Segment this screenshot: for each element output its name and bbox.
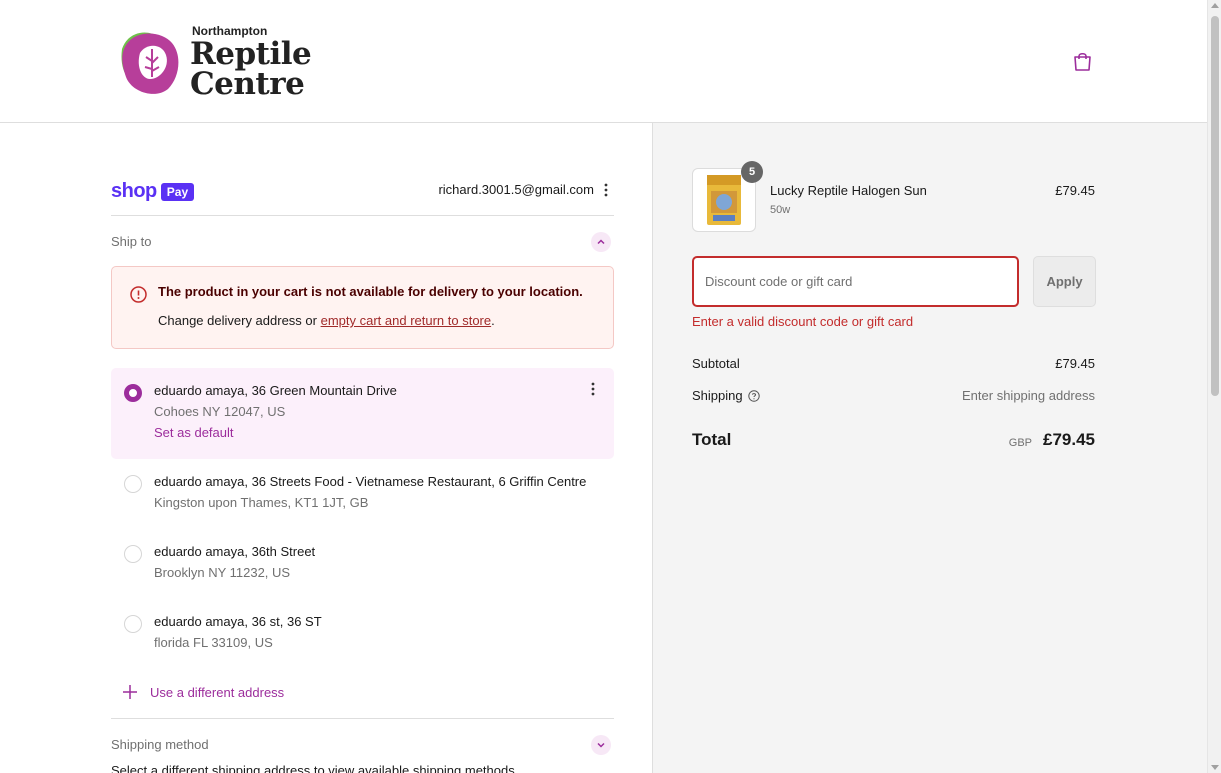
more-vertical-icon[interactable] [590,382,596,396]
store-logo[interactable]: Northampton Reptile Centre [118,24,312,102]
site-header: Northampton Reptile Centre [0,0,1207,123]
alert-body-suffix: . [491,313,495,328]
total-currency: GBP [1008,437,1032,449]
shop-pay-word: shop [111,180,157,202]
use-different-address-label: Use a different address [150,684,285,700]
logo-line1: Reptile [190,36,312,72]
discount-error-message: Enter a valid discount code or gift card [692,314,914,329]
shopping-bag-icon[interactable] [1071,50,1094,73]
use-different-address-button[interactable]: Use a different address [122,684,284,700]
address-line1: eduardo amaya, 36 Streets Food - Vietnam… [154,474,587,489]
product-variant: 50w [770,204,791,216]
scroll-up-arrow-icon[interactable] [1211,3,1219,8]
discount-code-input[interactable] [692,256,1019,307]
plus-icon [123,685,137,699]
address-line1: eduardo amaya, 36 Green Mountain Drive [154,383,397,398]
order-summary: 5 Lucky Reptile Halogen Sun 50w £79.45 A… [652,123,1207,773]
scrollbar-thumb[interactable] [1211,16,1219,396]
shipping-value: Enter shipping address [962,388,1095,403]
shipping-method-note: Select a different shipping address to v… [111,763,515,773]
total-label: Total [692,430,732,449]
address-option[interactable]: eduardo amaya, 36 Streets Food - Vietnam… [111,463,614,523]
checkout-main: shop Pay richard.3001.5@gmail.com Ship t… [0,123,652,773]
chevron-up-icon[interactable] [591,232,611,252]
set-as-default-link[interactable]: Set as default [154,425,234,440]
account-email: richard.3001.5@gmail.com [438,182,594,197]
address-line2: Cohoes NY 12047, US [154,404,286,419]
address-radio[interactable] [124,384,142,402]
address-radio[interactable] [124,545,142,563]
delivery-error-banner: The product in your cart is not availabl… [111,266,614,349]
address-line2: florida FL 33109, US [154,635,273,650]
ship-to-label: Ship to [111,234,152,249]
apply-discount-button[interactable]: Apply [1033,256,1096,307]
shipping-label-row: Shipping [692,388,760,403]
logo-leaf-icon [118,27,184,97]
empty-cart-link[interactable]: empty cart and return to store [321,313,492,328]
shop-pay-logo: shop Pay [111,180,195,203]
address-line1: eduardo amaya, 36th Street [154,544,316,559]
chevron-down-icon[interactable] [591,735,611,755]
subtotal-value: £79.45 [1055,356,1095,371]
address-radio[interactable] [124,475,142,493]
alert-body: Change delivery address or empty cart an… [158,313,495,328]
alert-title: The product in your cart is not availabl… [158,284,583,299]
more-vertical-icon[interactable] [600,183,612,197]
logo-line2: Centre [190,66,305,102]
error-circle-icon [130,286,147,303]
address-line2: Kingston upon Thames, KT1 1JT, GB [154,495,369,510]
shop-pay-pill: Pay [160,182,195,201]
address-radio[interactable] [124,615,142,633]
address-line1: eduardo amaya, 36 st, 36 ST [154,614,322,629]
total-value: £79.45 [1043,430,1095,449]
product-name: Lucky Reptile Halogen Sun [770,183,927,198]
shipping-method-label: Shipping method [111,737,209,752]
alert-body-prefix: Change delivery address or [158,313,321,328]
help-circle-icon[interactable] [747,390,760,402]
quantity-badge: 5 [741,161,763,183]
divider [111,718,614,719]
address-option[interactable]: eduardo amaya, 36 Green Mountain Drive C… [111,368,614,459]
address-line2: Brooklyn NY 11232, US [154,565,291,580]
address-option[interactable]: eduardo amaya, 36 st, 36 ST florida FL 3… [111,603,614,663]
scroll-down-arrow-icon[interactable] [1211,765,1219,770]
product-price: £79.45 [1055,183,1095,198]
subtotal-label: Subtotal [692,356,740,371]
page-scrollbar[interactable] [1207,0,1221,773]
divider [111,215,614,216]
address-option[interactable]: eduardo amaya, 36th Street Brooklyn NY 1… [111,533,614,593]
shipping-label: Shipping [692,388,743,403]
